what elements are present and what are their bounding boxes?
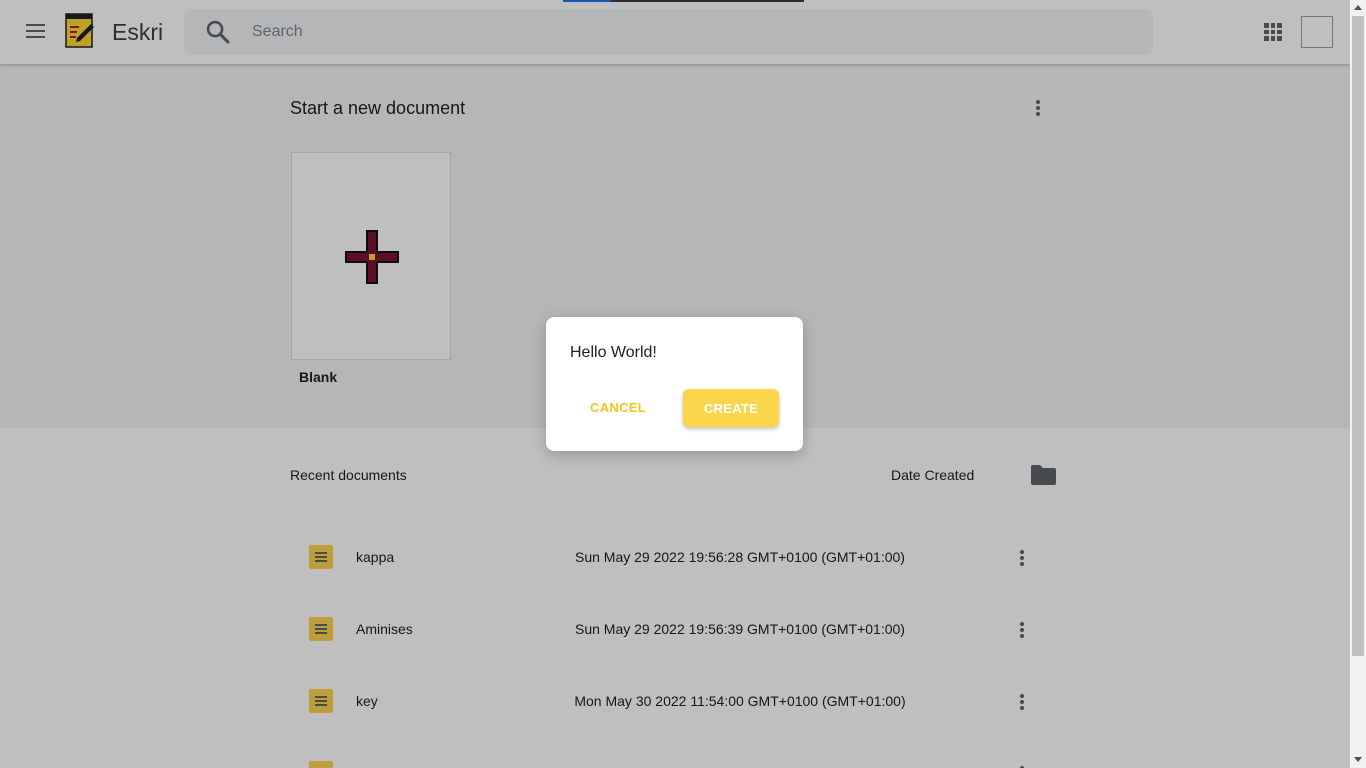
scrollbar[interactable] [1350, 0, 1366, 768]
create-button[interactable]: CREATE [683, 389, 779, 427]
scroll-down-arrow-icon[interactable] [1354, 757, 1362, 762]
scrollbar-thumb[interactable] [1352, 16, 1364, 656]
scroll-up-arrow-icon[interactable] [1354, 5, 1362, 10]
dialog: Hello World! CANCEL CREATE [546, 317, 803, 451]
cancel-button[interactable]: CANCEL [584, 389, 652, 425]
dialog-message: Hello World! [570, 344, 657, 361]
